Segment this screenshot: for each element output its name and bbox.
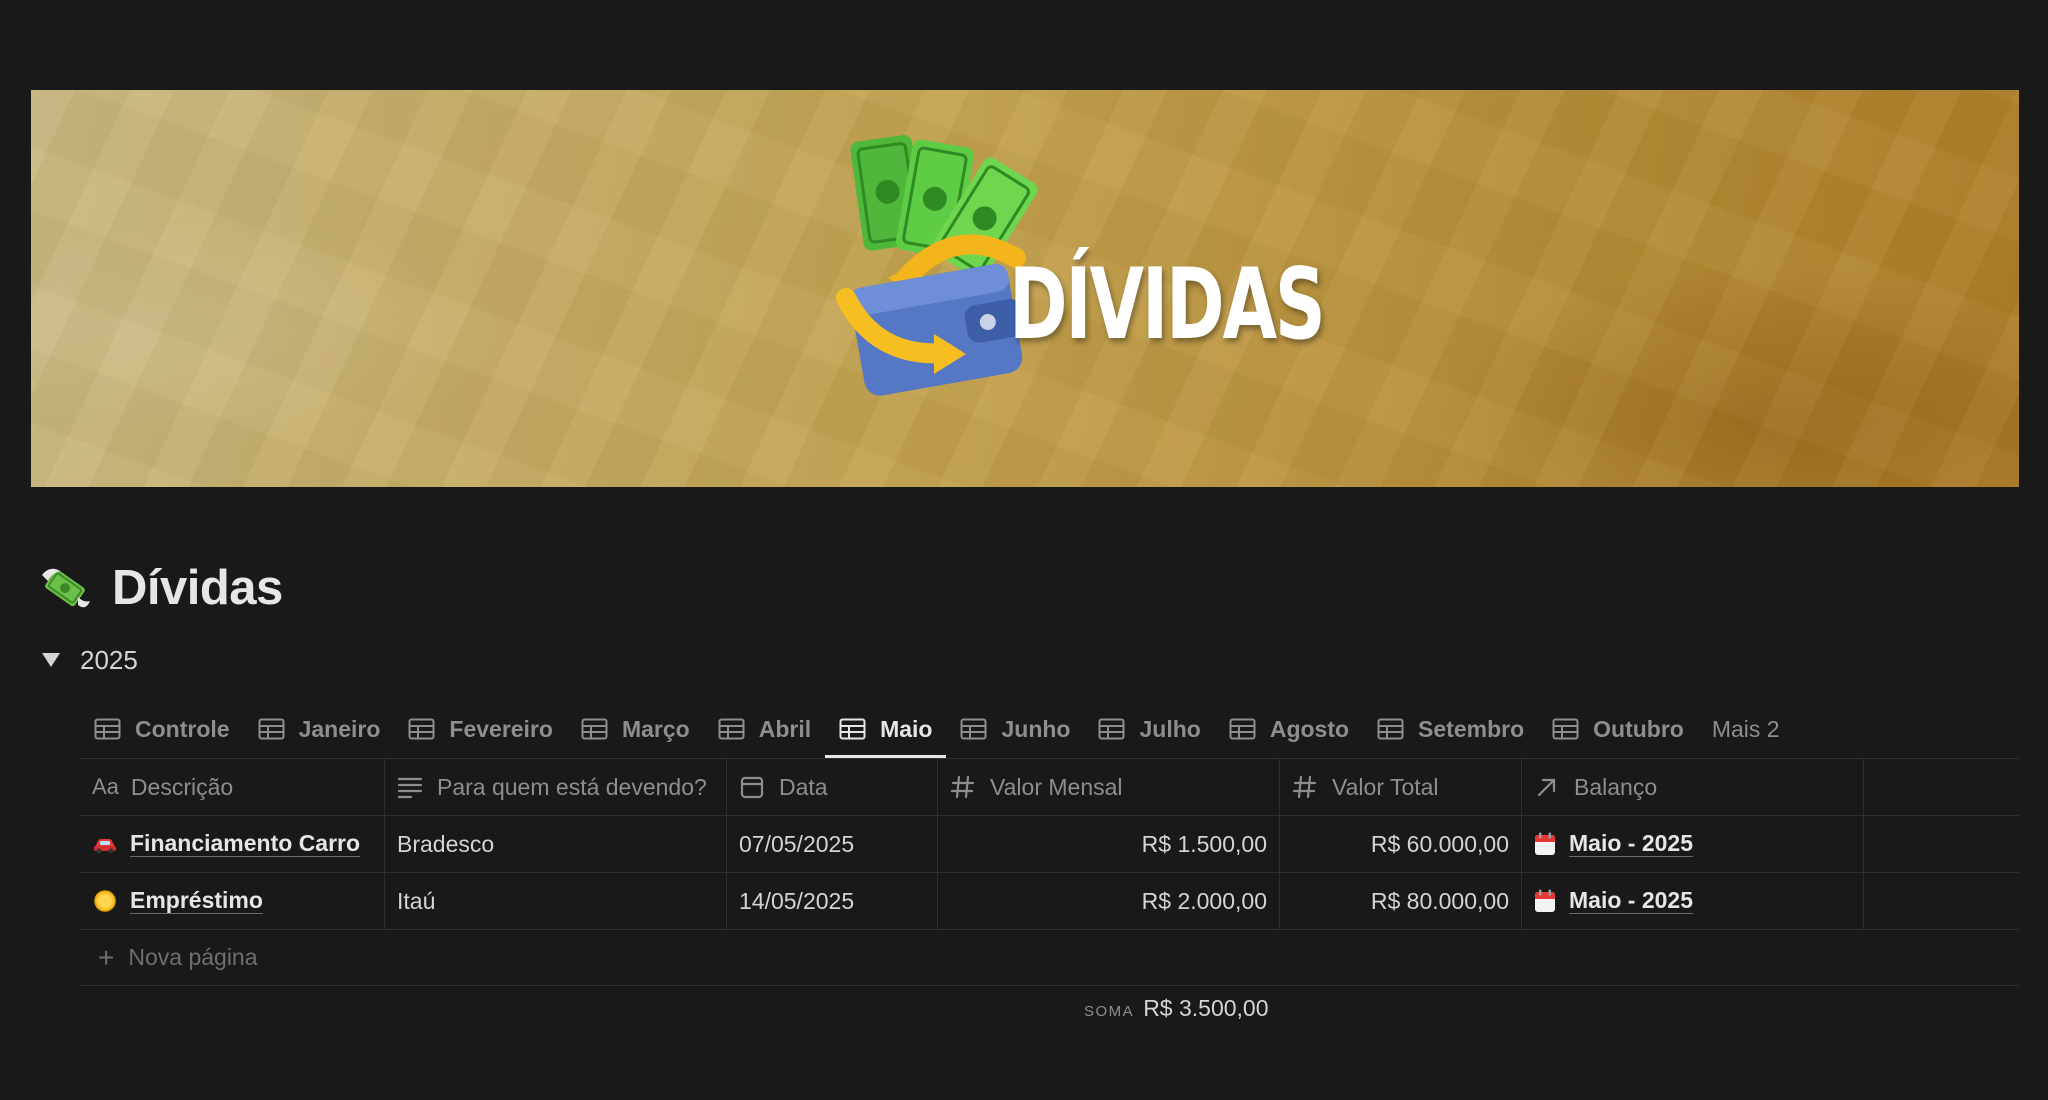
cover-title: DÍVIDAS	[1009, 248, 1326, 362]
tab-label: Fevereiro	[449, 715, 553, 742]
tab-label: Janeiro	[298, 715, 381, 742]
column-label: Data	[779, 773, 828, 800]
row-title: Empréstimo	[130, 886, 263, 915]
cell-empty[interactable]	[1864, 816, 2019, 872]
new-page-row[interactable]: + Nova página	[80, 929, 2019, 986]
cell-valor-mensal[interactable]: R$ 1.500,00	[938, 816, 1280, 872]
cell-valor-mensal[interactable]: R$ 2.000,00	[938, 873, 1280, 929]
tab-label: Julho	[1139, 715, 1201, 742]
tab-abril[interactable]: Abril	[704, 700, 825, 758]
table-icon	[581, 718, 608, 740]
column-label: Balanço	[1574, 773, 1658, 800]
column-header-valor-mensal[interactable]: Valor Mensal	[938, 759, 1280, 815]
column-header-balanco[interactable]: Balanço	[1522, 759, 1864, 815]
coin-icon	[94, 890, 116, 912]
page-header: Dívidas	[38, 556, 283, 620]
table-icon	[839, 718, 866, 740]
red-car-icon	[94, 839, 116, 854]
text-lines-icon	[397, 777, 423, 799]
new-page-label: Nova página	[128, 944, 258, 970]
table-icon	[718, 718, 745, 740]
view-tabs: Controle Janeiro Fevereiro Março Abril M…	[80, 700, 2020, 758]
sum-label: SOMA	[1084, 1003, 1135, 1020]
tab-label: Agosto	[1269, 715, 1350, 742]
table-icon	[94, 718, 121, 740]
tab-junho[interactable]: Junho	[946, 700, 1084, 758]
column-header-descricao[interactable]: Aa Descrição	[80, 759, 385, 815]
table-icon	[258, 718, 285, 740]
tab-label: Junho	[1001, 715, 1071, 742]
table-icon	[1552, 718, 1579, 740]
tab-agosto[interactable]: Agosto	[1215, 700, 1363, 758]
table-header-row: Aa Descrição Para quem está devendo? Dat…	[80, 758, 2019, 815]
number-hash-icon	[1292, 775, 1317, 799]
calendar-icon	[740, 776, 764, 799]
row-title: Financiamento Carro	[130, 829, 361, 858]
column-header-valor-total[interactable]: Valor Total	[1280, 759, 1522, 815]
tab-maio[interactable]: Maio	[825, 700, 947, 758]
table-icon	[1098, 718, 1125, 740]
tab-label: Setembro	[1418, 715, 1525, 742]
column-header-para-quem[interactable]: Para quem está devendo?	[385, 759, 727, 815]
table-row[interactable]: Empréstimo Itaú 14/05/2025 R$ 2.000,00 R…	[80, 872, 2019, 929]
column-label: Descrição	[130, 773, 234, 800]
tab-controle[interactable]: Controle	[80, 700, 244, 758]
tab-fevereiro[interactable]: Fevereiro	[394, 700, 567, 758]
tab-label: Maio	[880, 715, 933, 742]
column-header-empty[interactable]	[1864, 759, 2019, 815]
sum-value: R$ 3.500,00	[1143, 995, 1269, 1021]
cover-image[interactable]: DÍVIDAS	[31, 90, 2019, 487]
toggle-2025[interactable]: 2025	[42, 642, 138, 678]
tab-marco[interactable]: Março	[567, 700, 704, 758]
relation-label: Maio - 2025	[1569, 829, 1693, 858]
cell-balanco[interactable]: Maio - 2025	[1522, 816, 1864, 872]
tab-label: Controle	[135, 715, 230, 742]
cell-valor-total[interactable]: R$ 60.000,00	[1280, 816, 1522, 872]
relation-chip[interactable]: Maio - 2025	[1534, 886, 1693, 915]
debts-table: Aa Descrição Para quem está devendo? Dat…	[80, 758, 2019, 986]
table-row[interactable]: Financiamento Carro Bradesco 07/05/2025 …	[80, 815, 2019, 872]
column-label: Valor Mensal	[990, 773, 1123, 800]
calendar-icon	[1535, 889, 1555, 912]
calendar-icon	[1535, 832, 1555, 855]
cell-descricao[interactable]: Financiamento Carro	[80, 816, 385, 872]
triangle-down-icon[interactable]	[42, 653, 60, 667]
cell-data[interactable]: 14/05/2025	[727, 873, 938, 929]
table-icon	[1229, 718, 1256, 740]
tab-janeiro[interactable]: Janeiro	[244, 700, 395, 758]
table-icon	[408, 718, 435, 740]
tab-setembro[interactable]: Setembro	[1363, 700, 1538, 758]
tab-label: Março	[621, 715, 690, 742]
text-property-icon: Aa	[92, 774, 119, 799]
column-header-data[interactable]: Data	[727, 759, 938, 815]
relation-chip[interactable]: Maio - 2025	[1534, 829, 1693, 858]
cell-data[interactable]: 07/05/2025	[727, 816, 938, 872]
column-label: Para quem está devendo?	[437, 773, 707, 800]
cell-empty[interactable]	[1864, 873, 2019, 929]
money-with-wings-icon[interactable]	[38, 561, 92, 615]
cell-balanco[interactable]: Maio - 2025	[1522, 873, 1864, 929]
tab-label: Abril	[758, 715, 812, 742]
tab-label: Outubro	[1593, 715, 1684, 742]
tab-julho[interactable]: Julho	[1084, 700, 1214, 758]
toggle-label: 2025	[80, 644, 138, 675]
number-hash-icon	[950, 775, 975, 799]
relation-arrow-icon	[1537, 778, 1556, 797]
relation-label: Maio - 2025	[1569, 886, 1693, 915]
cell-valor-total[interactable]: R$ 80.000,00	[1280, 873, 1522, 929]
tabs-more-button[interactable]: Mais 2	[1698, 700, 1794, 758]
cell-para-quem[interactable]: Bradesco	[385, 816, 727, 872]
cell-para-quem[interactable]: Itaú	[385, 873, 727, 929]
table-icon	[960, 718, 987, 740]
calculation-sum[interactable]: SOMA R$ 3.500,00	[1084, 995, 1269, 1022]
plus-icon: +	[98, 941, 115, 973]
table-icon	[1377, 718, 1404, 740]
cell-descricao[interactable]: Empréstimo	[80, 873, 385, 929]
column-label: Valor Total	[1332, 773, 1439, 800]
tab-outubro[interactable]: Outubro	[1538, 700, 1698, 758]
page-title[interactable]: Dívidas	[112, 560, 283, 616]
